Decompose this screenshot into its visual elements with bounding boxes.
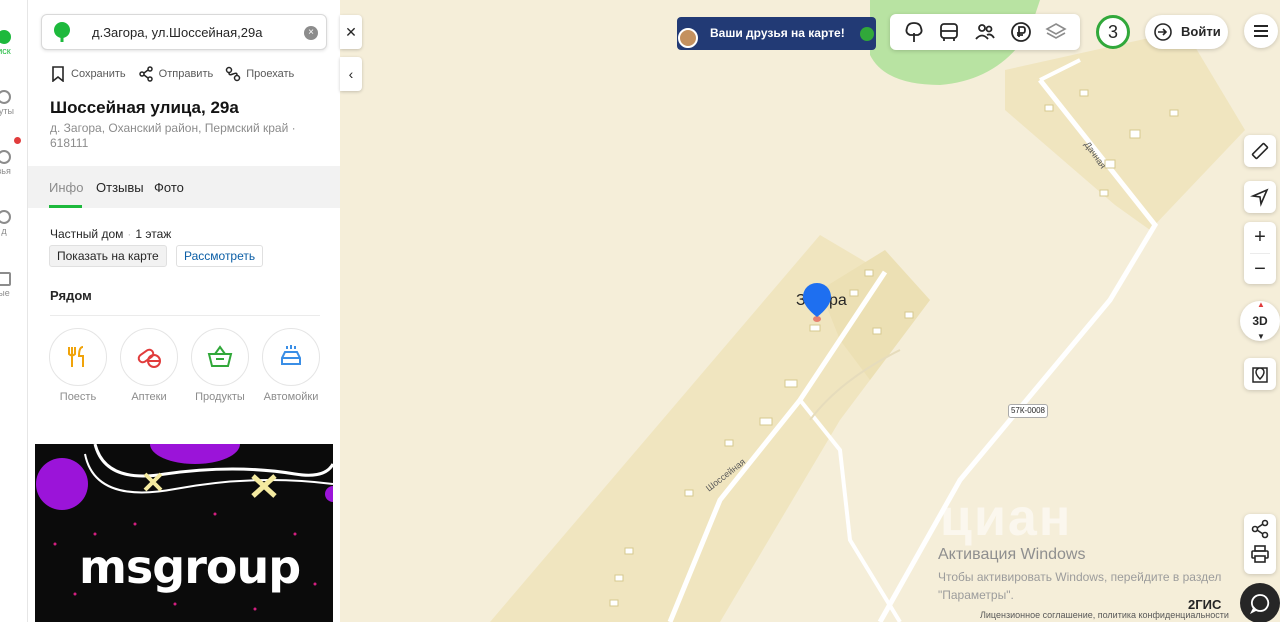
layers-icon[interactable]	[1045, 21, 1067, 43]
login-button[interactable]: Войти	[1145, 15, 1228, 49]
route-button[interactable]: Проехать	[225, 66, 294, 82]
rail-item-favorites[interactable]: д	[0, 210, 27, 236]
friends-icon[interactable]	[974, 21, 996, 43]
ruler-icon	[1251, 142, 1269, 160]
tree-icon[interactable]	[903, 21, 925, 43]
windows-activation-line-1: Чтобы активировать Windows, перейдите в …	[938, 570, 1222, 584]
notification-dot	[14, 137, 21, 144]
building-type: Частный дом	[50, 227, 124, 241]
place-tabs: Инфо Отзывы Фото	[28, 166, 340, 208]
friends-counter-badge[interactable]: 3	[1096, 15, 1130, 49]
show-on-map-button[interactable]: Показать на карте	[49, 245, 167, 267]
ad-logo-text: msgroup	[79, 540, 301, 594]
nearby-pharmacy[interactable]: Аптеки	[119, 328, 179, 403]
ad-artwork	[36, 444, 333, 611]
app-root: циан Загора 57К-0008 Шоссейная Дачная ис…	[0, 0, 1280, 622]
search-input[interactable]: д.Загора, ул.Шоссейная,29а ×	[41, 14, 327, 50]
navigation-arrow-icon	[1250, 188, 1269, 207]
compass-south-icon: ▼	[1257, 332, 1265, 341]
food-icon	[68, 346, 84, 367]
zoom-in-button[interactable]: +	[1244, 222, 1276, 253]
ruble-icon[interactable]	[1010, 21, 1032, 43]
carwash-icon	[281, 345, 301, 365]
3d-toggle-button[interactable]: ▲ 3D ▼	[1240, 300, 1280, 341]
clear-icon[interactable]: ×	[304, 26, 318, 40]
chat-button[interactable]	[1240, 583, 1280, 622]
balloon-icon	[860, 27, 874, 41]
location-marker-icon[interactable]	[801, 281, 833, 323]
ad-banner[interactable]: msgroup	[35, 444, 333, 622]
nearby-carwash[interactable]: Автомойки	[261, 328, 321, 403]
road-number-label: 57К-0008	[1008, 404, 1048, 418]
map-pin-button[interactable]	[1244, 358, 1276, 390]
tab-reviews[interactable]: Отзывы	[96, 180, 144, 195]
building-info: Частный дом · 1 этаж	[50, 227, 172, 241]
2gis-pin-icon	[54, 22, 70, 42]
ruler-button[interactable]	[1244, 135, 1276, 167]
place-title: Шоссейная улица, 29а	[50, 98, 239, 117]
close-icon: ✕	[345, 24, 357, 40]
avatar	[678, 28, 698, 48]
bookmark-icon	[52, 66, 64, 82]
share-icon[interactable]	[1250, 519, 1270, 539]
rail-item-friends[interactable]: зья	[0, 137, 27, 176]
close-panel-button[interactable]: ✕	[340, 15, 362, 49]
grocery-icon	[207, 345, 233, 367]
route-icon	[225, 66, 241, 82]
login-icon	[1154, 23, 1172, 41]
chevron-left-icon: ‹	[348, 66, 354, 82]
search-value: д.Загора, ул.Шоссейная,29а	[92, 25, 263, 40]
share-print-control	[1244, 514, 1276, 574]
place-panel: д.Загора, ул.Шоссейная,29а × Сохранить О…	[28, 0, 340, 622]
share-icon	[138, 66, 153, 82]
watermark-text: циан	[940, 489, 1073, 547]
building-icon	[0, 272, 11, 286]
friends-banner[interactable]: Ваши друзья на карте!	[677, 17, 876, 50]
my-location-button[interactable]	[1244, 181, 1276, 213]
share-button[interactable]: Отправить	[138, 66, 213, 82]
building-floors: 1 этаж	[135, 227, 172, 241]
left-rail: иск руты зья д ые	[0, 0, 28, 622]
bus-icon[interactable]	[938, 21, 960, 43]
windows-activation-line-2: "Параметры".	[938, 588, 1014, 602]
tab-info[interactable]: Инфо	[49, 180, 83, 195]
friends-icon	[0, 150, 11, 164]
nearby-grocery[interactable]: Продукты	[190, 328, 250, 403]
menu-button[interactable]	[1244, 14, 1278, 48]
search-icon	[0, 30, 11, 44]
rail-item-realty[interactable]: ые	[0, 272, 27, 298]
windows-activation-title: Активация Windows	[938, 546, 1086, 563]
settlement-block-ne	[1005, 30, 1245, 230]
nearby-heading: Рядом	[50, 288, 92, 303]
tab-photos[interactable]: Фото	[154, 180, 184, 195]
map-pin-icon	[1252, 367, 1268, 383]
nearby-food[interactable]: Поесть	[48, 328, 108, 403]
print-icon[interactable]	[1250, 544, 1270, 564]
map-layers-toolbar	[890, 14, 1080, 50]
rail-item-routes[interactable]: руты	[0, 90, 27, 116]
hamburger-icon	[1254, 25, 1268, 37]
legal-links[interactable]: Лицензионное соглашение, политика конфид…	[980, 610, 1229, 620]
route-icon	[0, 90, 11, 104]
star-icon	[0, 210, 11, 224]
pharmacy-icon	[137, 348, 161, 368]
save-button[interactable]: Сохранить	[50, 66, 126, 82]
collapse-panel-button[interactable]: ‹	[340, 57, 362, 91]
zoom-out-button[interactable]: −	[1244, 254, 1276, 285]
rail-item-search[interactable]: иск	[0, 30, 27, 56]
divider	[50, 315, 320, 316]
consider-button[interactable]: Рассмотреть	[176, 245, 264, 267]
place-address: д. Загора, Оханский район, Пермский край…	[50, 121, 296, 150]
zoom-control: + −	[1244, 222, 1276, 284]
place-actions: Сохранить Отправить Проехать	[50, 64, 294, 84]
active-tab-indicator	[49, 205, 82, 208]
chat-icon	[1249, 594, 1270, 614]
